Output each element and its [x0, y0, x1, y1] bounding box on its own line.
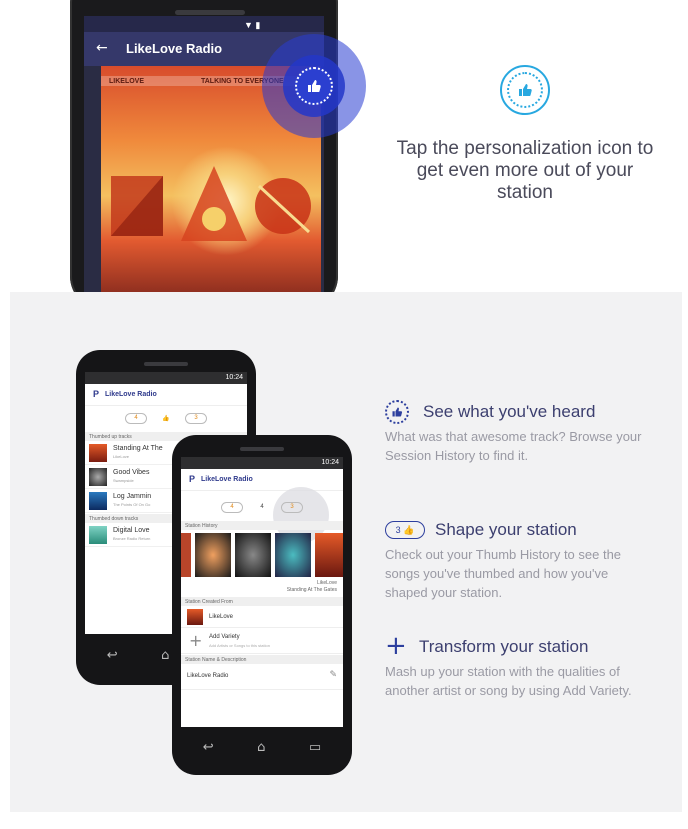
thumb-count-pill[interactable]: 3 [281, 501, 303, 513]
signal-icon: ▼ ▮ [244, 20, 261, 30]
history-art [315, 533, 343, 577]
station-name: LikeLove Radio [187, 673, 229, 679]
thumb-count-pill[interactable]: 3 [185, 412, 207, 424]
song-title: Good Vibes [113, 469, 150, 476]
history-art [235, 533, 271, 577]
album-square-shape [111, 176, 163, 236]
app-title: LikeLove Radio [126, 41, 223, 56]
status-bar: ▼ ▮ [84, 16, 324, 32]
feature-add-variety: + Transform your station Mash up your st… [385, 631, 645, 700]
back-nav-icon[interactable]: ↩ [203, 740, 214, 755]
history-caption-artist: LikeLove [316, 580, 337, 586]
back-nav-icon[interactable]: ↩ [107, 648, 118, 663]
history-art [181, 533, 191, 577]
name-header: Station Name & Description [181, 655, 343, 664]
edit-pencil-icon[interactable]: ✎ [329, 670, 337, 680]
thumb-pills: 4 👍 3 [85, 408, 247, 428]
status-bar: 10:24 [181, 457, 343, 469]
pill-count: 3 [395, 525, 401, 535]
phone-speaker [144, 362, 188, 366]
dotted-ring [507, 72, 543, 108]
created-from-name: LikeLove [209, 614, 234, 620]
home-nav-icon[interactable]: ⌂ [257, 740, 265, 755]
screen-title-bar: P LikeLove Radio [85, 384, 247, 406]
feature-session-history: See what you've heard What was that awes… [385, 400, 645, 465]
song-art [89, 468, 107, 486]
phone-speaker [175, 10, 245, 15]
thumbs-up-icon[interactable]: 👍 [155, 413, 177, 424]
screen-title-bar: P LikeLove Radio [181, 469, 343, 491]
add-variety-row[interactable]: + Add Variety Add Artists or Songs to th… [181, 628, 343, 654]
created-from-row[interactable]: LikeLove [181, 606, 343, 628]
personalization-badge-icon [500, 65, 550, 115]
home-nav-icon[interactable]: ⌂ [161, 648, 169, 663]
status-bar: 10:24 [85, 372, 247, 384]
feature-heading: 3 👍 Shape your station [385, 518, 645, 542]
feature-body: Check out your Thumb History to see the … [385, 547, 622, 600]
plus-icon: + [189, 631, 203, 650]
thumbs-up-icon[interactable] [295, 67, 333, 105]
song-art [89, 492, 107, 510]
screen-title: LikeLove Radio [201, 476, 253, 483]
dotted-thumbs-up-icon [385, 400, 409, 424]
station-details-screen: 10:24 P LikeLove Radio 4 4 3 Station Hist… [181, 457, 343, 727]
thumb-count-pill[interactable]: 4 [221, 501, 243, 513]
song-artist: LikeLove [113, 454, 130, 459]
add-variety-label: Add Variety [209, 634, 240, 640]
arrow-left-icon[interactable]: ← [96, 40, 108, 56]
feature-title: Shape your station [435, 520, 577, 539]
song-artist: The Points Of On Go [113, 502, 151, 507]
thumbs-up-icon [519, 84, 532, 96]
history-caption-title: Standing At The Gates [286, 587, 337, 593]
feature-heading: + Transform your station [385, 631, 645, 661]
history-art [275, 533, 311, 577]
plus-icon: + [385, 631, 407, 661]
pandora-logo-icon: P [189, 474, 196, 484]
hero-headline: Tap the personalization icon to get even… [396, 138, 654, 203]
thumb-count[interactable]: 4 [251, 502, 273, 513]
song-title: Standing At The [113, 445, 163, 452]
feature-title: Transform your station [419, 637, 589, 656]
feature-title: See what you've heard [423, 402, 596, 421]
song-artist: Bronze Radio Return [113, 536, 151, 541]
station-name-row[interactable]: LikeLove Radio ✎ [181, 664, 343, 690]
phone-speaker [240, 447, 284, 451]
artist-art [187, 609, 203, 625]
thumb-count-pill[interactable]: 4 [125, 412, 147, 424]
thumb-pills: 4 4 3 [181, 497, 343, 517]
album-circle-shape [255, 178, 311, 234]
feature-body: Mash up your station with the qualities … [385, 664, 632, 698]
status-time: 10:24 [321, 459, 339, 466]
status-time: 10:24 [225, 374, 243, 381]
features-section: 10:24 P LikeLove Radio 4 👍 3 Thumbed up t… [10, 292, 682, 812]
song-art [89, 444, 107, 462]
hero-section: ▼ ▮ ← LikeLove Radio LIKELOVE TALKING TO… [0, 0, 688, 292]
pandora-logo-icon: P [93, 389, 100, 399]
station-details-phone: 10:24 P LikeLove Radio 4 4 3 Station Hist… [172, 435, 352, 775]
album-label-artist: LIKELOVE [109, 78, 145, 85]
song-title: Log Jammin [113, 493, 152, 500]
song-art [89, 526, 107, 544]
song-artist: Swampside [113, 478, 134, 483]
thumb-count-pill-icon: 3 👍 [385, 521, 425, 539]
add-variety-sub: Add Artists or Songs to this station [209, 643, 270, 648]
created-from-header: Station Created From [181, 597, 343, 606]
song-title: Digital Love [113, 527, 150, 534]
screen-title: LikeLove Radio [105, 391, 157, 398]
station-history-strip[interactable] [181, 529, 343, 579]
album-triangle-shape [181, 166, 247, 241]
feature-body: What was that awesome track? Browse your… [385, 429, 642, 463]
feature-heading: See what you've heard [385, 400, 645, 424]
history-art [195, 533, 231, 577]
recents-nav-icon[interactable]: ▭ [309, 740, 321, 755]
feature-thumb-history: 3 👍 Shape your station Check out your Th… [385, 518, 645, 602]
nav-bar: ↩ ⌂ ▭ [181, 732, 343, 762]
